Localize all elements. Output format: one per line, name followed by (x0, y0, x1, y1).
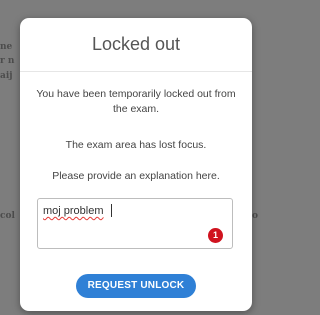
lost-focus-message: The exam area has lost focus. (65, 139, 207, 151)
title-divider (20, 71, 252, 72)
background-fragment: aij (0, 71, 13, 81)
background-fragment: o (251, 211, 258, 221)
locked-out-dialog: Locked out You have been temporarily loc… (20, 18, 252, 311)
dialog-title: Locked out (91, 34, 181, 54)
background-fragment: col (0, 211, 15, 221)
locked-out-message: You have been temporarily locked out fro… (36, 88, 236, 115)
explanation-prompt: Please provide an explanation here. (52, 170, 220, 182)
explanation-textarea[interactable]: moj problem 1 (37, 198, 233, 249)
explanation-value: moj problem (43, 205, 104, 217)
text-caret (111, 204, 112, 217)
background-fragment: r n (0, 56, 15, 66)
request-unlock-button[interactable]: REQUEST UNLOCK (76, 274, 196, 298)
notification-badge: 1 (208, 228, 223, 243)
background-fragment: ne (0, 42, 13, 52)
